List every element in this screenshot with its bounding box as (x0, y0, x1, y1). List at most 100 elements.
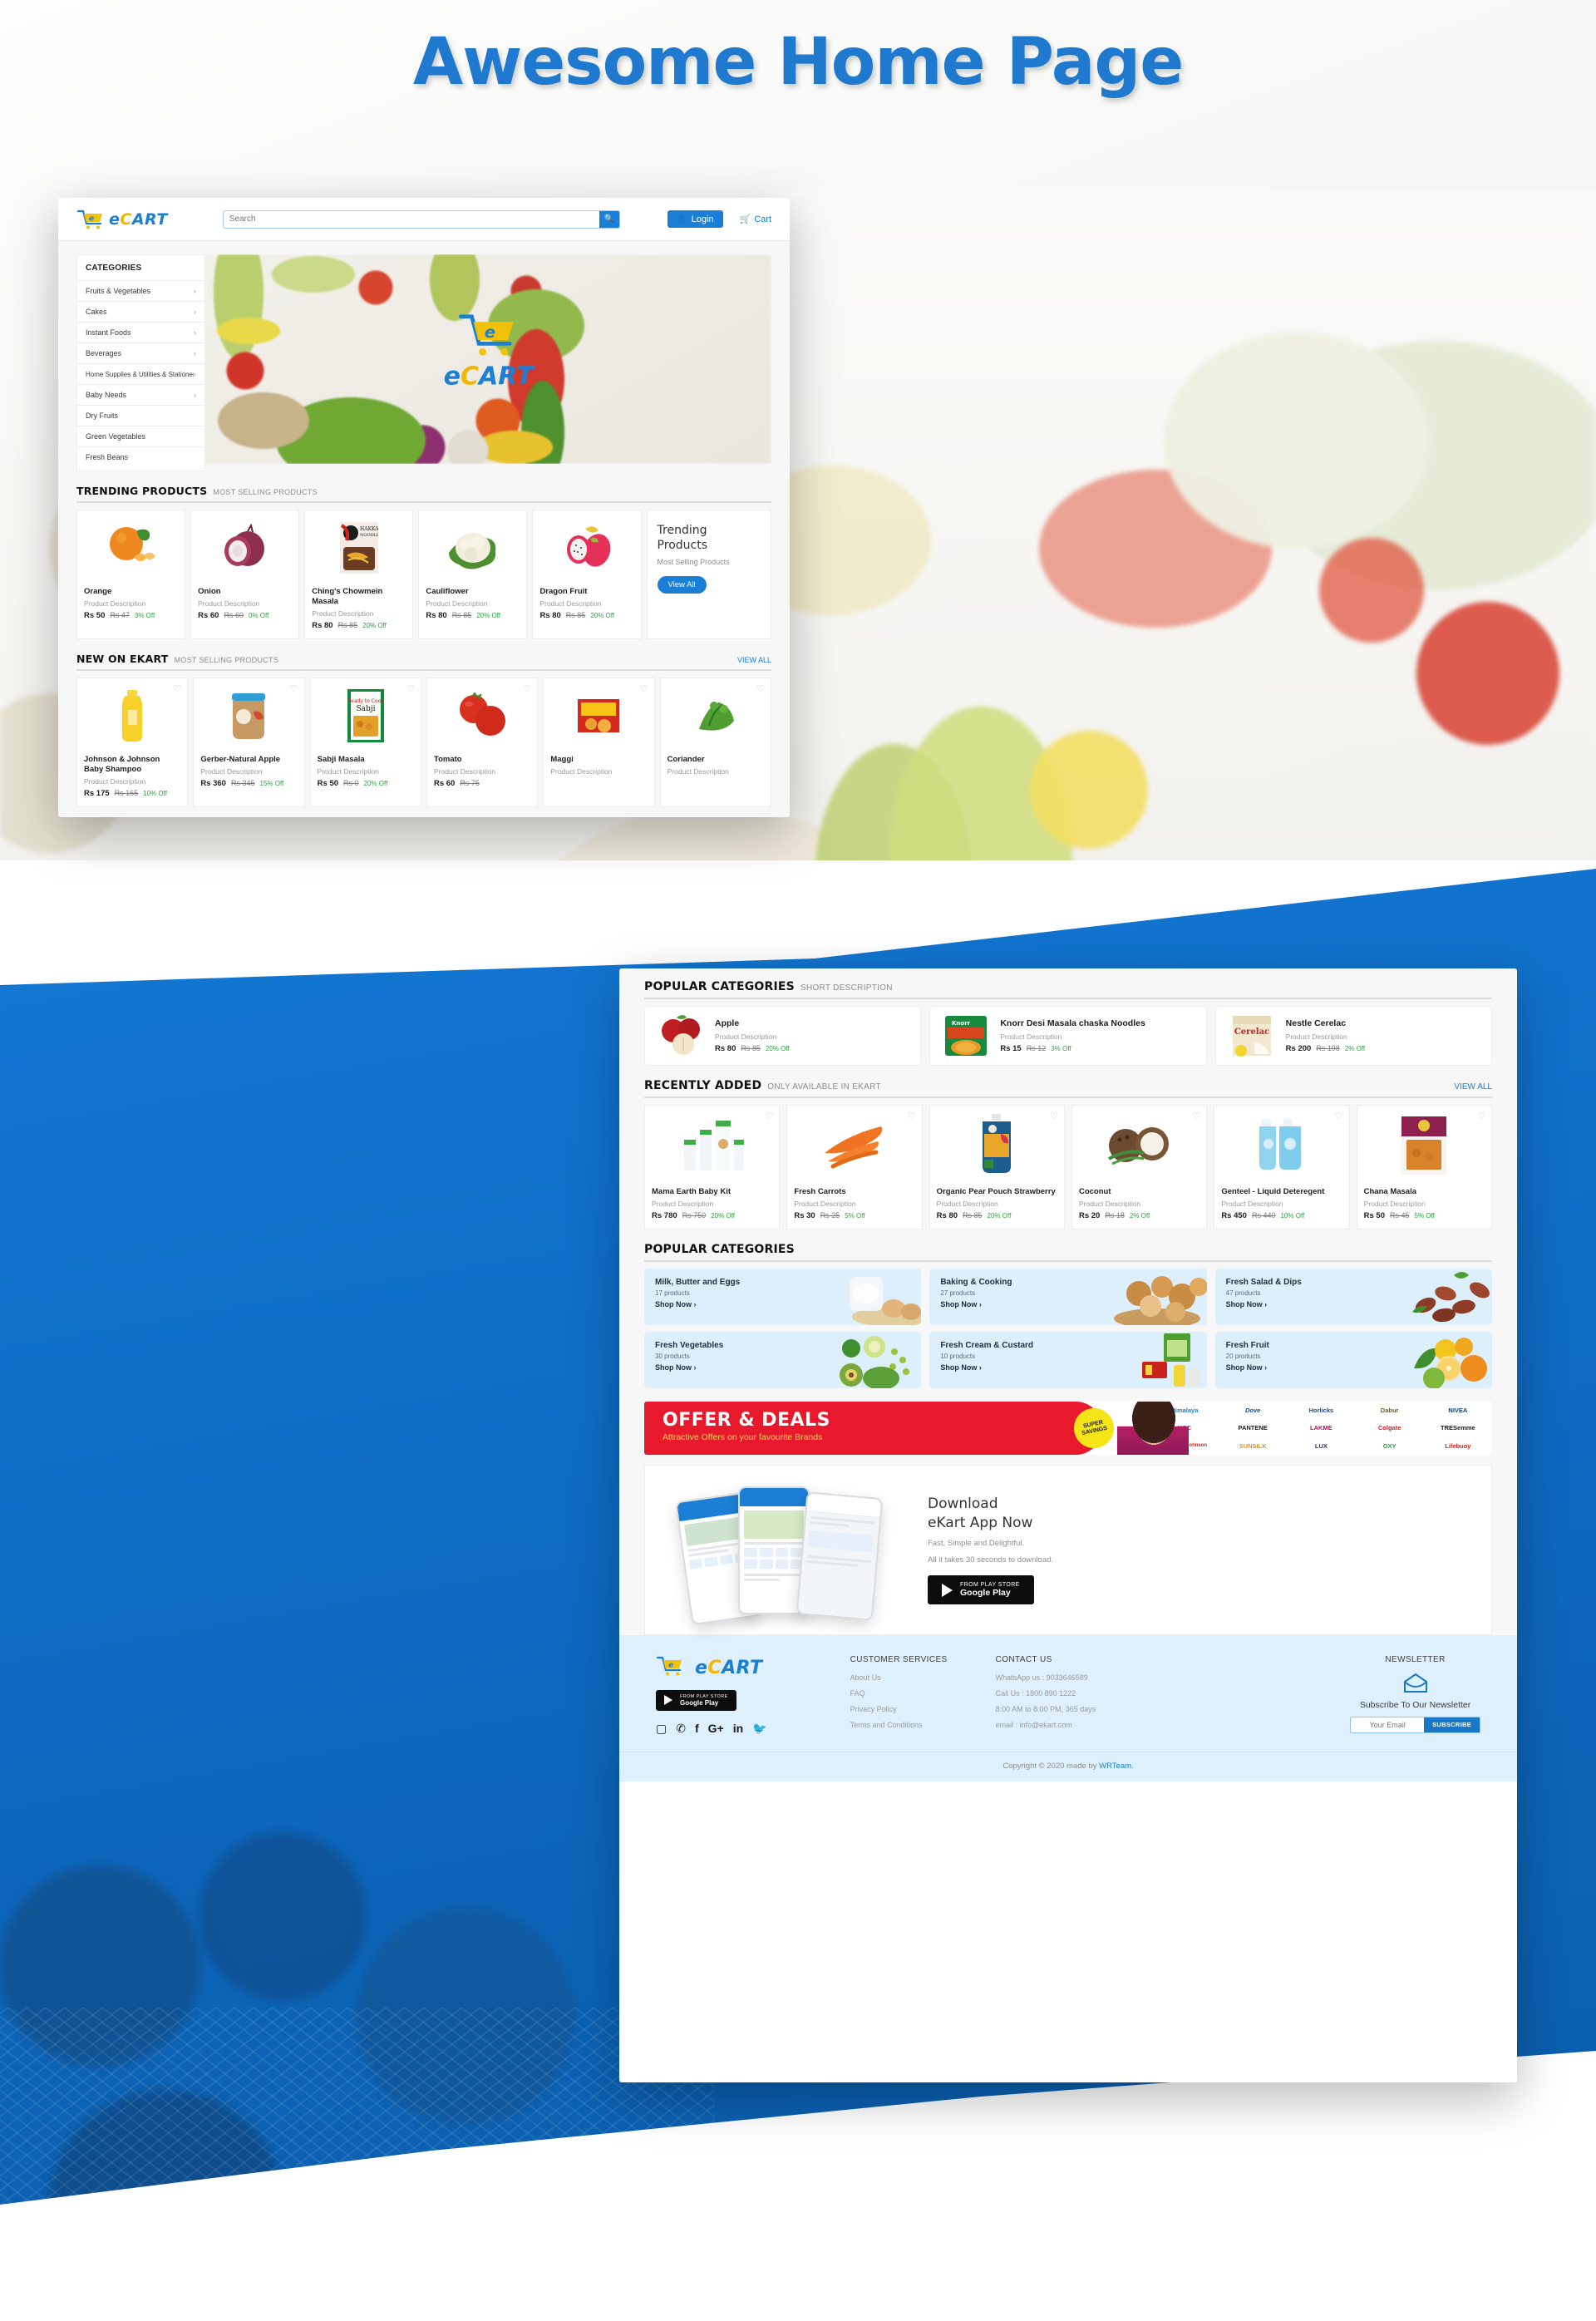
product-old-price: Rs 85 (337, 620, 358, 629)
sidebar-item-fruits-vegetables[interactable]: Fruits & Vegetables › (77, 280, 204, 301)
newsletter-email-input[interactable] (1351, 1717, 1425, 1732)
product-old-price: Rs 25 (820, 1210, 840, 1220)
footer-logo[interactable]: e eCART (656, 1655, 767, 1682)
favorite-heart-icon[interactable]: ♡ (640, 683, 648, 694)
product-wide-card[interactable]: Knorr Knorr Desi Masala chaska Noodles P… (929, 1006, 1207, 1066)
category-tile-baking-cooking[interactable]: Baking & Cooking 27 products Shop Now › (929, 1268, 1207, 1325)
favorite-heart-icon[interactable]: ♡ (765, 1111, 773, 1121)
product-card[interactable]: ♡ Maggi Product Description (543, 677, 655, 807)
product-price: Rs 175 (84, 788, 110, 798)
favorite-heart-icon[interactable]: ♡ (523, 683, 531, 694)
product-card[interactable]: ♡ Coconut Product Description Rs 20 Rs 1… (1071, 1105, 1208, 1229)
facebook-icon[interactable]: f (695, 1722, 699, 1736)
google-play-button[interactable]: FROM PLAY STORE Google Play (928, 1575, 1034, 1605)
footer-link-privacy-policy[interactable]: Privacy Policy (850, 1705, 948, 1713)
favorite-heart-icon[interactable]: ♡ (406, 683, 415, 694)
footer-link-about-us[interactable]: About Us (850, 1673, 948, 1682)
favorite-heart-icon[interactable]: ♡ (908, 1111, 916, 1121)
footer-link-faq[interactable]: FAQ (850, 1689, 948, 1698)
product-card[interactable]: ♡ Chana Masala Product Description Rs 50… (1356, 1105, 1492, 1229)
view-all-button[interactable]: View All (657, 576, 707, 594)
category-tile-fresh-cream-custard[interactable]: Fresh Cream & Custard 10 products Shop N… (929, 1331, 1207, 1388)
copyright-link[interactable]: WRTeam. (1099, 1762, 1134, 1771)
product-card[interactable]: ♡ Ready to Cook Sabji Sabji Masala Produc… (309, 677, 421, 807)
favorite-heart-icon[interactable]: ♡ (1335, 1111, 1343, 1121)
product-card[interactable]: Orange Product Description Rs 50 Rs 47 3… (76, 510, 186, 639)
product-name: Maggi (550, 754, 574, 764)
view-all-link[interactable]: VIEW ALL (737, 656, 771, 664)
sidebar-item-cakes[interactable]: Cakes › (77, 301, 204, 322)
favorite-heart-icon[interactable]: ♡ (290, 683, 298, 694)
subscribe-button[interactable]: SUBSCRIBE (1424, 1717, 1480, 1732)
twitter-icon[interactable]: 🐦 (752, 1722, 766, 1736)
sidebar-item-baby-needs[interactable]: Baby Needs › (77, 384, 204, 405)
product-card[interactable]: Onion Product Description Rs 60 Rs 60 0%… (190, 510, 300, 639)
category-tile-milk-butter-eggs[interactable]: Milk, Butter and Eggs 17 products Shop N… (644, 1268, 922, 1325)
product-card[interactable]: ♡ Tomato Product Description Rs 60 Rs 75 (426, 677, 539, 807)
offers-red-block: OFFER & DEALS Attractive Offers on your … (644, 1401, 1102, 1455)
new-on-ekart-section: NEW ON EKART MOST SELLING PRODUCTS VIEW … (76, 653, 771, 807)
product-description: Product Description (667, 766, 729, 776)
product-card[interactable]: HAKKANOODLES Ching's Chowmein Masala Pro… (304, 510, 414, 639)
app-title-line1: Download (928, 1496, 998, 1513)
footer-google-play-button[interactable]: FROM PLAY STORE Google Play (656, 1689, 736, 1711)
product-card[interactable]: ♡ Fresh Carrots Product Description Rs 3… (786, 1105, 923, 1229)
tile-title: Fresh Cream & Custard (940, 1340, 1034, 1350)
product-card[interactable]: ♡ Coriander Product Description (659, 677, 771, 807)
category-tile-fresh-salad-dips[interactable]: Fresh Salad & Dips 47 products Shop Now … (1214, 1268, 1492, 1325)
whatsapp-icon[interactable]: ✆ (676, 1722, 686, 1736)
svg-text:e: e (668, 1661, 673, 1669)
product-card[interactable]: ♡ Genteel - Liquid Deteregent Product De… (1214, 1105, 1350, 1229)
footer-link-terms[interactable]: Terms and Conditions (850, 1721, 948, 1729)
search-icon[interactable]: 🔍 (598, 210, 619, 228)
tile-shop-now[interactable]: Shop Now › (940, 1363, 1195, 1372)
sidebar-item-green-vegetables[interactable]: Green Vegetables (77, 426, 204, 446)
product-name: Onion (198, 587, 221, 596)
hero-banner[interactable]: e eCART (205, 254, 771, 464)
login-button[interactable]: 👤 Login (667, 210, 723, 228)
footer-column-title: NEWSLETTER (1385, 1654, 1446, 1664)
product-card[interactable]: ♡ Mama Earth Baby Kit Product Descriptio… (644, 1105, 781, 1229)
view-all-link[interactable]: VIEW ALL (1454, 1082, 1492, 1092)
footer-newsletter-column: NEWSLETTER Subscribe To Our Newsletter S… (1350, 1655, 1480, 1737)
product-wide-card[interactable]: Apple Product Description Rs 80 Rs 85 20… (644, 1006, 922, 1066)
section-subheading: MOST SELLING PRODUCTS (213, 488, 318, 496)
product-name: Knorr Desi Masala chaska Noodles (1000, 1018, 1145, 1029)
product-price: Rs 60 (198, 610, 219, 620)
favorite-heart-icon[interactable]: ♡ (1050, 1111, 1058, 1121)
category-tile-fresh-fruit[interactable]: Fresh Fruit 20 products Shop Now › (1214, 1331, 1492, 1388)
cart-button[interactable]: 🛒 Cart (740, 214, 771, 225)
instagram-icon[interactable]: ▢ (656, 1722, 667, 1736)
favorite-heart-icon[interactable]: ♡ (1192, 1111, 1200, 1121)
product-card[interactable]: Cauliflower Product Description Rs 80 Rs… (418, 510, 528, 639)
sidebar-item-home-supplies[interactable]: Home Supplies & Utilities & Stationery › (77, 363, 204, 384)
product-wide-card[interactable]: Cerelac Nestle Cerelac Product Descripti… (1214, 1006, 1492, 1066)
offers-deals-banner[interactable]: OFFER & DEALS Attractive Offers on your … (644, 1401, 1492, 1455)
tile-shop-now[interactable]: Shop Now › (655, 1363, 910, 1372)
linkedin-icon[interactable]: in (733, 1722, 743, 1736)
tile-shop-now[interactable]: Shop Now › (1226, 1363, 1481, 1372)
favorite-heart-icon[interactable]: ♡ (1477, 1111, 1485, 1121)
search-bar[interactable]: 🔍 (222, 209, 620, 229)
sidebar-item-beverages[interactable]: Beverages › (77, 342, 204, 363)
product-old-price: Rs 440 (1251, 1210, 1276, 1220)
tile-shop-now[interactable]: Shop Now › (655, 1300, 910, 1308)
favorite-heart-icon[interactable]: ♡ (756, 683, 765, 694)
tile-shop-now[interactable]: Shop Now › (940, 1300, 1195, 1308)
product-card[interactable]: Dragon Fruit Product Description Rs 80 R… (532, 510, 642, 639)
product-card[interactable]: ♡ Organic Pear Pouch Strawberry Product … (929, 1105, 1065, 1229)
sidebar-item-fresh-beans[interactable]: Fresh Beans (77, 446, 204, 467)
search-input[interactable] (223, 210, 599, 228)
tile-shop-now[interactable]: Shop Now › (1226, 1300, 1481, 1308)
site-logo[interactable]: e eCART (76, 209, 168, 230)
google-plus-icon[interactable]: G+ (708, 1722, 724, 1736)
sidebar-item-instant-foods[interactable]: Instant Foods › (77, 322, 204, 342)
product-image-maggi (550, 685, 647, 747)
product-card[interactable]: ♡ Gerber-Natural Apple Product Descripti… (193, 677, 305, 807)
sidebar-item-dry-fruits[interactable]: Dry Fruits (77, 405, 204, 426)
category-tile-fresh-vegetables[interactable]: Fresh Vegetables 30 products Shop Now › (644, 1331, 922, 1388)
product-old-price: Rs 345 (230, 778, 255, 787)
section-subheading: SHORT DESCRIPTION (800, 983, 893, 993)
favorite-heart-icon[interactable]: ♡ (173, 683, 181, 694)
product-card[interactable]: ♡ Johnson & Johnson Baby Shampoo Product… (76, 677, 189, 807)
